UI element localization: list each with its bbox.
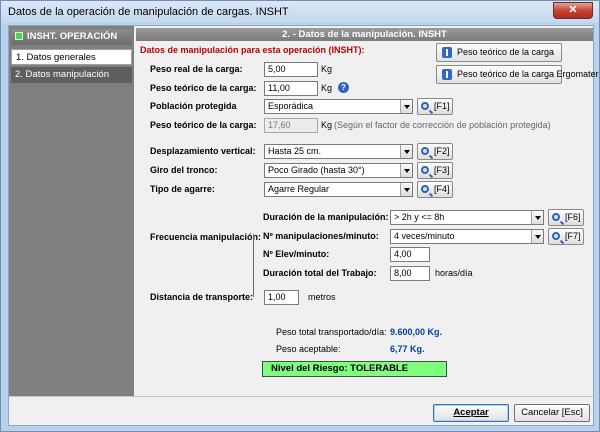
distancia-input[interactable]: 1,00	[264, 290, 299, 305]
duracion-total-unit: horas/día	[435, 268, 473, 278]
dialog-window: Datos de la operación de manipulación de…	[0, 0, 600, 432]
duracion-total-input[interactable]: 8,00	[390, 266, 430, 281]
risk-level-badge: Nivel del Riesgo: TOLERABLE	[262, 361, 447, 377]
window-title: Datos de la operación de manipulación de…	[8, 6, 289, 18]
agarre-search-button[interactable]: [F4]	[417, 181, 453, 198]
search-icon	[421, 185, 429, 193]
accept-button[interactable]: Aceptar	[433, 404, 509, 422]
panel-title: 2. - Datos de la manipulación. INSHT	[136, 28, 593, 41]
peso-real-input[interactable]: 5,00	[264, 62, 318, 77]
close-button[interactable]: ✕	[553, 2, 593, 19]
info-icon	[442, 47, 452, 58]
client-area: INSHT. OPERACIÓN 1. Datos generales 2. D…	[8, 25, 599, 426]
giro-label: Giro del tronco:	[150, 165, 218, 175]
chevron-down-icon[interactable]	[400, 145, 412, 158]
agarre-select[interactable]: Agarre Regular	[264, 182, 413, 197]
manipulaciones-label: Nº manipulaciones/minuto:	[263, 231, 379, 241]
frecuencia-label: Frecuencia manipulación:	[150, 232, 262, 242]
peso-total-label: Peso total transportado/día:	[276, 327, 387, 337]
duracion-total-label: Duración total del Trabajo:	[263, 268, 377, 278]
manipulaciones-select[interactable]: 4 veces/minuto	[390, 229, 544, 244]
poblacion-select[interactable]: Esporádica	[264, 99, 413, 114]
distancia-unit: metros	[308, 292, 336, 302]
chevron-down-icon[interactable]	[400, 100, 412, 113]
duracion-label: Duración de la manipulación:	[263, 212, 389, 222]
distancia-label: Distancia de transporte:	[150, 292, 254, 302]
peso-teorico-input[interactable]: 11,00	[264, 81, 318, 96]
peso-teorico-corregido-label: Peso teórico de la carga:	[150, 120, 257, 130]
poblacion-label: Población protegida	[150, 101, 237, 111]
poblacion-search-button[interactable]: [F1]	[417, 98, 453, 115]
peso-ergomater-button[interactable]: Peso teórico de la carga Ergomater	[436, 65, 599, 84]
chevron-down-icon[interactable]	[400, 164, 412, 177]
peso-aceptable-value: 6,77 Kg.	[390, 344, 425, 354]
title-bar: Datos de la operación de manipulación de…	[1, 1, 599, 23]
duracion-select[interactable]: > 2h y <= 8h	[390, 210, 544, 225]
peso-teorico-button[interactable]: Peso teórico de la carga	[436, 43, 562, 62]
peso-teorico-corregido-unit: Kg	[321, 120, 333, 130]
search-icon	[421, 166, 429, 174]
giro-search-button[interactable]: [F3]	[417, 162, 453, 179]
info-icon	[442, 69, 452, 80]
help-icon[interactable]: ?	[338, 82, 349, 93]
section-title: Datos de manipulación para esta operació…	[140, 45, 365, 55]
chevron-down-icon[interactable]	[400, 183, 412, 196]
peso-real-unit: Kg	[321, 64, 333, 74]
peso-aceptable-label: Peso aceptable:	[276, 344, 341, 354]
frecuencia-bracket	[253, 234, 257, 297]
desplazamiento-label: Desplazamiento vertical:	[150, 146, 256, 156]
sidebar-item-datos-generales[interactable]: 1. Datos generales	[11, 49, 132, 65]
search-icon	[421, 102, 429, 110]
elev-input[interactable]: 4,00	[390, 247, 430, 262]
peso-real-label: Peso real de la carga:	[150, 64, 243, 74]
peso-total-value: 9.600,00 Kg.	[390, 327, 443, 337]
search-icon	[552, 213, 560, 221]
sidebar-item-datos-manipulacion[interactable]: 2. Datos manipulación	[11, 67, 132, 83]
desplazamiento-search-button[interactable]: [F2]	[417, 143, 453, 160]
chevron-down-icon[interactable]	[531, 230, 543, 243]
correction-note: (Según el factor de corrección de poblac…	[334, 120, 551, 130]
green-square-icon	[15, 32, 23, 40]
manipulaciones-search-button[interactable]: [F7]	[548, 228, 584, 245]
giro-select[interactable]: Poco Girado (hasta 30°)	[264, 163, 413, 178]
cancel-button[interactable]: Cancelar [Esc]	[514, 404, 590, 422]
search-icon	[421, 147, 429, 155]
main-panel: 2. - Datos de la manipulación. INSHT Dat…	[136, 26, 599, 396]
peso-teorico-label: Peso teórico de la carga:	[150, 83, 257, 93]
sidebar: INSHT. OPERACIÓN 1. Datos generales 2. D…	[9, 26, 134, 396]
close-icon[interactable]: ✕	[568, 4, 577, 16]
footer-bar: Aceptar Cancelar [Esc]	[9, 396, 593, 425]
agarre-label: Tipo de agarre:	[150, 184, 215, 194]
peso-teorico-unit: Kg	[321, 83, 333, 93]
chevron-down-icon[interactable]	[531, 211, 543, 224]
sidebar-header: INSHT. OPERACIÓN	[11, 29, 132, 45]
duracion-search-button[interactable]: [F6]	[548, 209, 584, 226]
search-icon	[552, 232, 560, 240]
elev-label: Nº Elev/minuto:	[263, 249, 330, 259]
desplazamiento-select[interactable]: Hasta 25 cm.	[264, 144, 413, 159]
peso-teorico-corregido-input: 17,60	[264, 118, 318, 133]
